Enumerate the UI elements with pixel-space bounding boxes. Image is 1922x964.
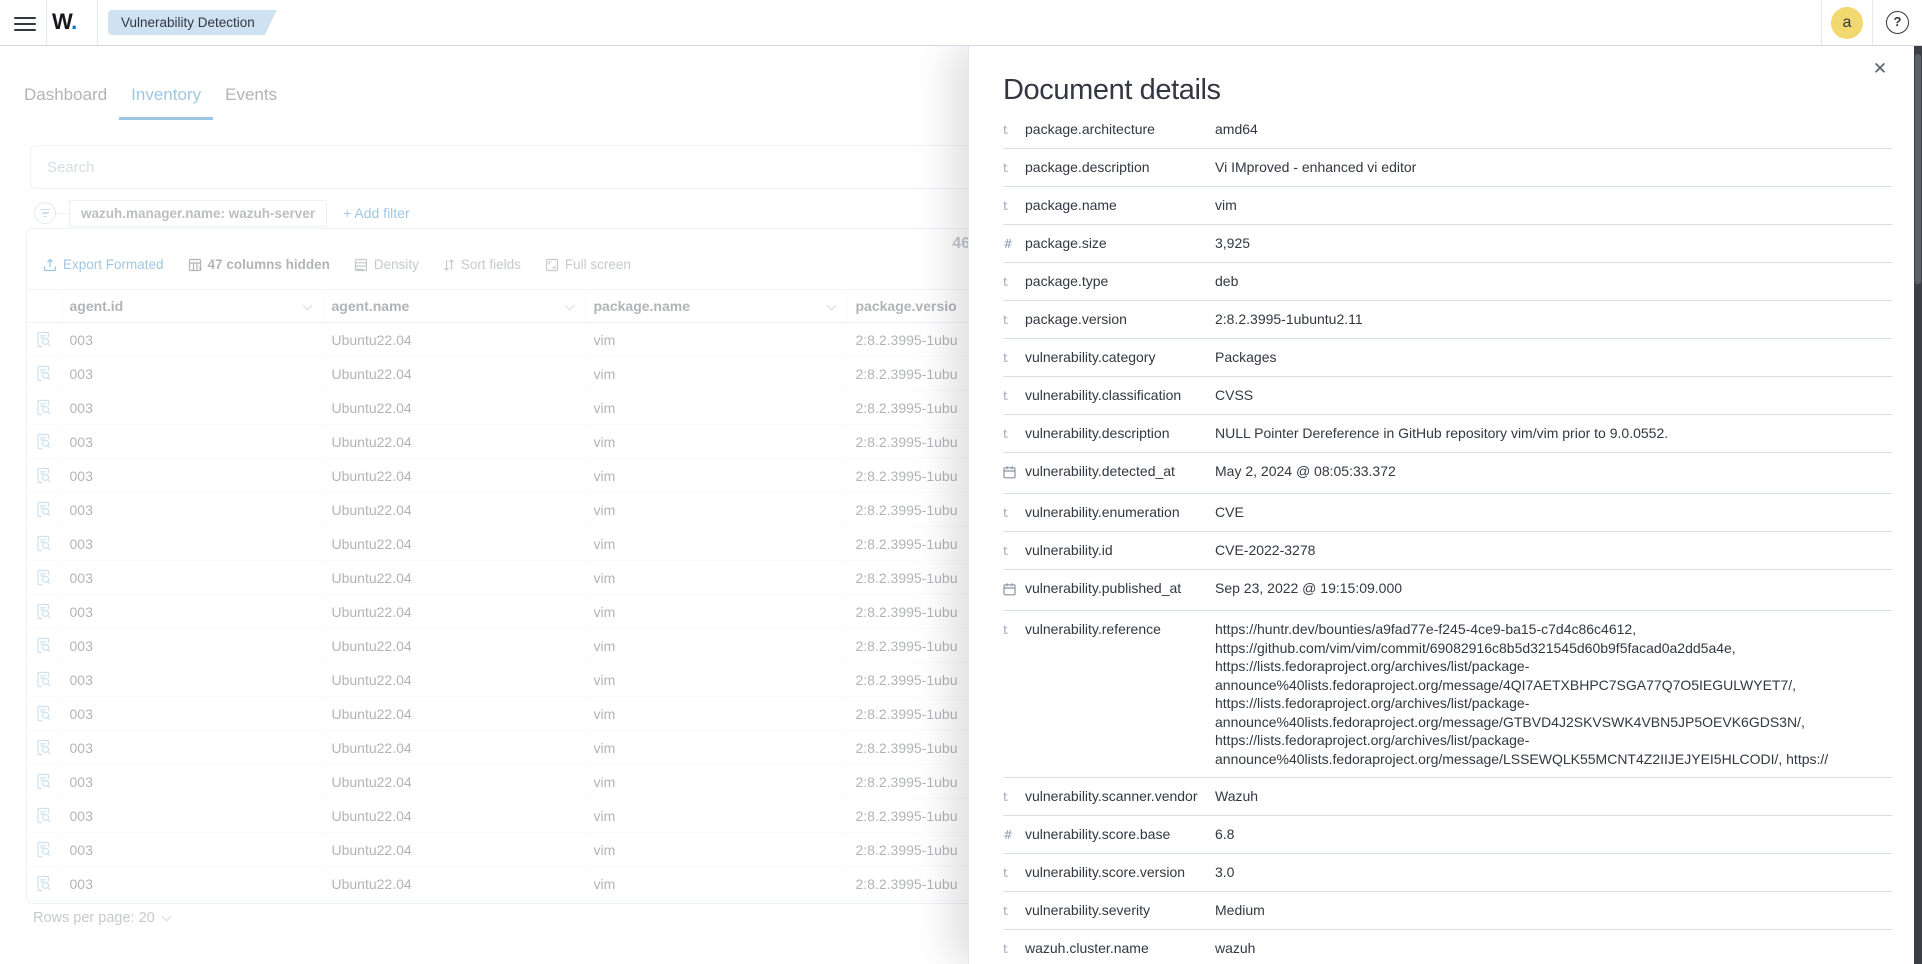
text-field-icon: t: [1003, 196, 1025, 216]
close-icon[interactable]: ✕: [1870, 59, 1890, 79]
field-value: deb: [1215, 272, 1892, 291]
field-value: Sep 23, 2022 @ 19:15:09.000: [1215, 579, 1892, 598]
field-value: CVE-2022-3278: [1215, 541, 1892, 560]
text-field-icon: t: [1003, 939, 1025, 959]
wazuh-logo[interactable]: W.: [52, 9, 77, 35]
document-field-row: vulnerability.published_at Sep 23, 2022 …: [1003, 570, 1892, 611]
field-value: 3,925: [1215, 234, 1892, 253]
header-divider: [1872, 0, 1873, 45]
field-name: package.version: [1025, 310, 1215, 329]
field-value: CVSS: [1215, 386, 1892, 405]
number-field-icon: #: [1003, 234, 1025, 254]
help-icon[interactable]: ?: [1886, 11, 1909, 34]
number-field-icon: #: [1003, 825, 1025, 845]
text-field-icon: t: [1003, 272, 1025, 292]
document-field-row: t package.architecture amd64: [1003, 111, 1892, 149]
document-field-row: t package.version 2:8.2.3995-1ubuntu2.11: [1003, 301, 1892, 339]
field-value: wazuh: [1215, 939, 1892, 958]
document-details-flyout: ✕ Document details t package.architectur…: [968, 46, 1922, 964]
field-name: vulnerability.category: [1025, 348, 1215, 367]
header-divider: [97, 0, 98, 45]
page-scrollbar[interactable]: [1914, 46, 1922, 964]
field-name: vulnerability.published_at: [1025, 579, 1215, 598]
text-field-icon: t: [1003, 541, 1025, 561]
menu-icon[interactable]: [14, 13, 36, 33]
document-field-row: vulnerability.detected_at May 2, 2024 @ …: [1003, 453, 1892, 494]
document-field-row: t vulnerability.scanner.vendor Wazuh: [1003, 778, 1892, 816]
field-value: Vi IMproved - enhanced vi editor: [1215, 158, 1892, 177]
breadcrumb[interactable]: Vulnerability Detection: [108, 10, 277, 35]
field-name: vulnerability.score.version: [1025, 863, 1215, 882]
field-value: 6.8: [1215, 825, 1892, 844]
field-name: vulnerability.detected_at: [1025, 462, 1215, 481]
text-field-icon: t: [1003, 158, 1025, 178]
field-name: vulnerability.id: [1025, 541, 1215, 560]
field-name: package.description: [1025, 158, 1215, 177]
field-value: Packages: [1215, 348, 1892, 367]
text-field-icon: t: [1003, 787, 1025, 807]
document-field-row: # vulnerability.score.base 6.8: [1003, 816, 1892, 854]
field-value: Medium: [1215, 901, 1892, 920]
field-value: NULL Pointer Dereference in GitHub repos…: [1215, 424, 1892, 443]
text-field-icon: t: [1003, 386, 1025, 406]
flyout-title: Document details: [1003, 74, 1221, 107]
text-field-icon: t: [1003, 863, 1025, 883]
field-value: amd64: [1215, 120, 1892, 139]
text-field-icon: t: [1003, 901, 1025, 921]
calendar-icon: [1003, 462, 1025, 485]
field-value: May 2, 2024 @ 08:05:33.372: [1215, 462, 1892, 481]
text-field-icon: t: [1003, 120, 1025, 140]
document-field-row: t vulnerability.category Packages: [1003, 339, 1892, 377]
field-name: vulnerability.reference: [1025, 620, 1215, 639]
field-value: CVE: [1215, 503, 1892, 522]
document-field-row: t vulnerability.severity Medium: [1003, 892, 1892, 930]
field-name: vulnerability.score.base: [1025, 825, 1215, 844]
text-field-icon: t: [1003, 620, 1025, 640]
field-value: vim: [1215, 196, 1892, 215]
field-name: package.type: [1025, 272, 1215, 291]
top-header-bar: W. Vulnerability Detection a ?: [0, 0, 1922, 46]
field-name: package.architecture: [1025, 120, 1215, 139]
header-divider: [1821, 0, 1822, 45]
text-field-icon: t: [1003, 503, 1025, 523]
text-field-icon: t: [1003, 424, 1025, 444]
field-name: vulnerability.classification: [1025, 386, 1215, 405]
document-field-row: t vulnerability.id CVE-2022-3278: [1003, 532, 1892, 570]
field-name: package.name: [1025, 196, 1215, 215]
document-fields-list[interactable]: t package.architecture amd64 t package.d…: [969, 111, 1922, 964]
document-field-row: t package.name vim: [1003, 187, 1892, 225]
document-field-row: t vulnerability.description NULL Pointer…: [1003, 415, 1892, 453]
document-field-row: t vulnerability.reference https://huntr.…: [1003, 611, 1892, 778]
field-value: 3.0: [1215, 863, 1892, 882]
document-field-row: t package.type deb: [1003, 263, 1892, 301]
document-field-row: t vulnerability.score.version 3.0: [1003, 854, 1892, 892]
field-name: vulnerability.description: [1025, 424, 1215, 443]
document-field-row: t wazuh.cluster.name wazuh: [1003, 930, 1892, 964]
calendar-icon: [1003, 579, 1025, 602]
field-name: package.size: [1025, 234, 1215, 253]
field-name: vulnerability.enumeration: [1025, 503, 1215, 522]
document-field-row: t vulnerability.enumeration CVE: [1003, 494, 1892, 532]
avatar[interactable]: a: [1831, 7, 1863, 39]
field-value: 2:8.2.3995-1ubuntu2.11: [1215, 310, 1892, 329]
field-value: Wazuh: [1215, 787, 1892, 806]
document-field-row: t package.description Vi IMproved - enha…: [1003, 149, 1892, 187]
app-window: W. Vulnerability Detection a ? Dashboard…: [0, 0, 1922, 964]
document-field-row: t vulnerability.classification CVSS: [1003, 377, 1892, 415]
field-name: vulnerability.severity: [1025, 901, 1215, 920]
field-name: wazuh.cluster.name: [1025, 939, 1215, 958]
document-field-row: # package.size 3,925: [1003, 225, 1892, 263]
field-value: https://huntr.dev/bounties/a9fad77e-f245…: [1215, 620, 1892, 768]
text-field-icon: t: [1003, 310, 1025, 330]
text-field-icon: t: [1003, 348, 1025, 368]
field-name: vulnerability.scanner.vendor: [1025, 787, 1215, 806]
scrollbar-thumb[interactable]: [1915, 54, 1921, 284]
header-divider: [46, 0, 47, 45]
